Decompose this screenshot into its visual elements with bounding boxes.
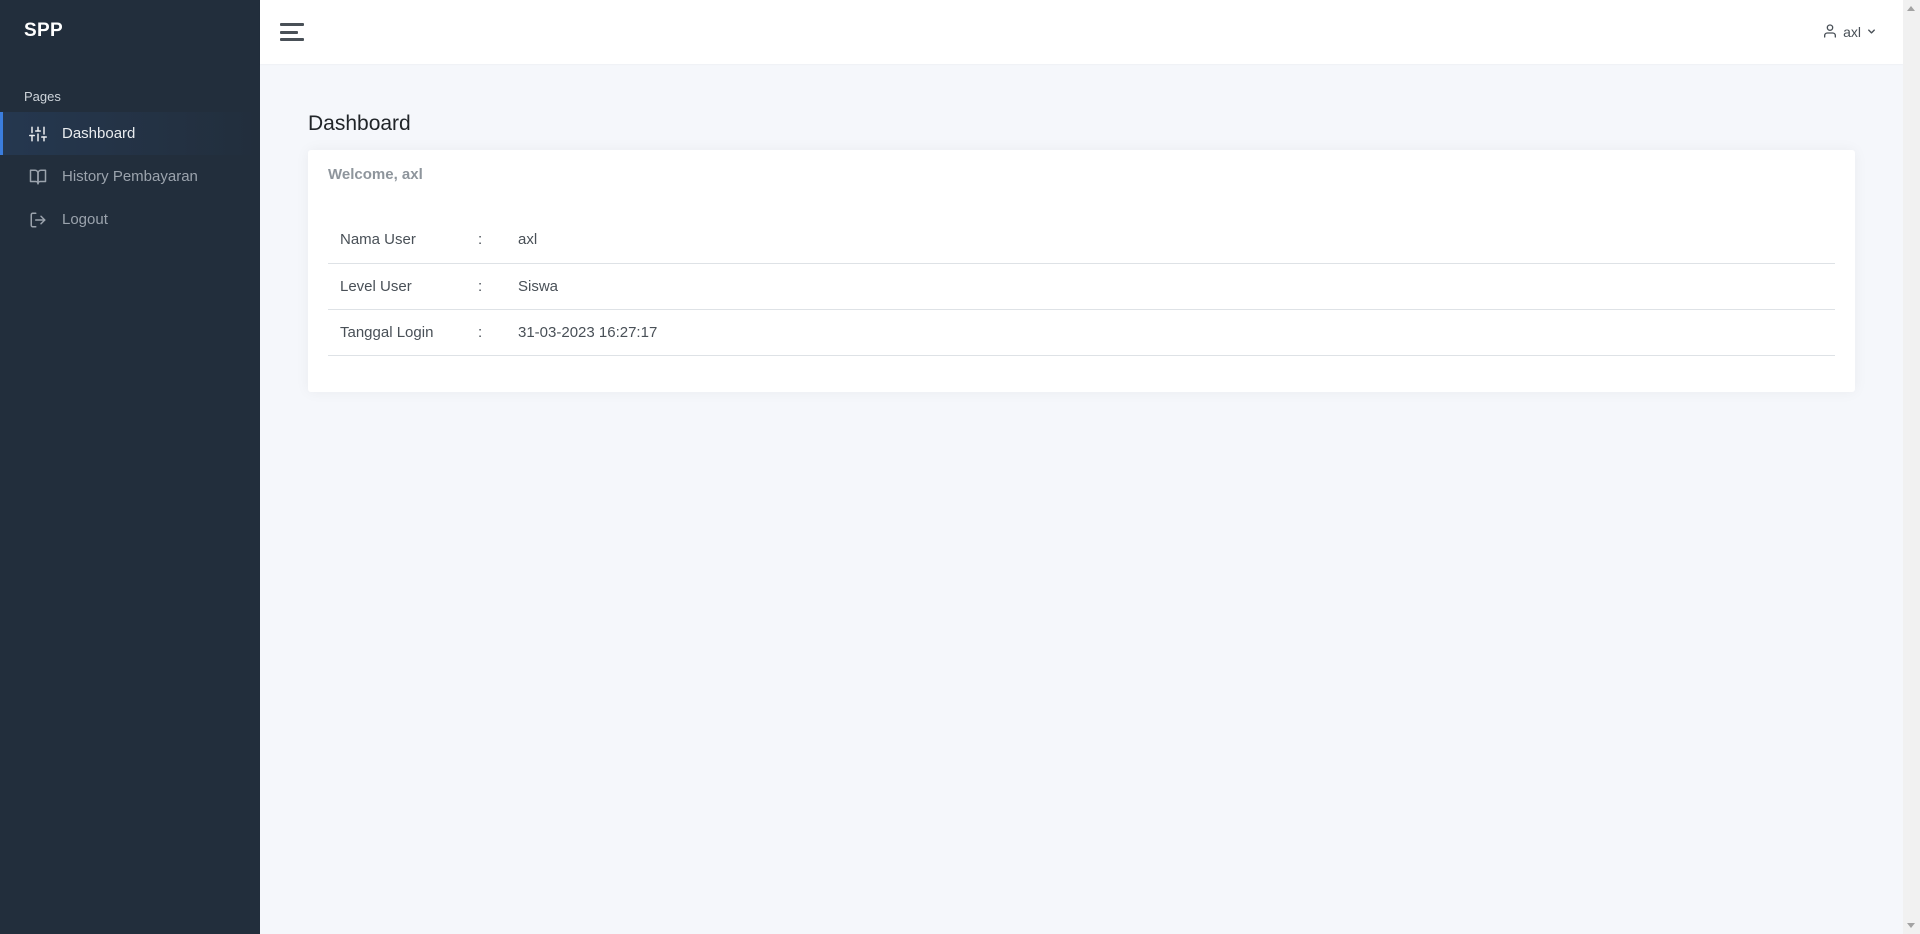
sliders-icon [28, 124, 48, 144]
topbar: axl [260, 0, 1903, 64]
sidebar-item-label: Logout [62, 211, 108, 228]
row-value: 31-03-2023 16:27:17 [506, 309, 1835, 356]
vertical-scrollbar[interactable] [1903, 0, 1920, 934]
sidebar-toggle-icon[interactable] [280, 21, 306, 43]
page-title: Dashboard [308, 112, 411, 135]
sidebar-section-header: Pages [24, 89, 61, 104]
sidebar-item-label: Dashboard [62, 125, 136, 142]
user-name: axl [1843, 24, 1861, 40]
content: Dashboard Welcome, axl Nama User : axl L… [260, 64, 1903, 392]
card-title: Welcome, axl [328, 166, 423, 183]
row-value: Siswa [506, 263, 1835, 310]
app: SPP Pages Dashboard History Pembayaran L… [0, 0, 1920, 934]
row-colon: : [478, 217, 506, 264]
row-value: axl [506, 217, 1835, 264]
brand-logo[interactable]: SPP [0, 0, 260, 62]
table-row: Nama User : axl [328, 217, 1835, 264]
table-row: Level User : Siswa [328, 263, 1835, 310]
chevron-down-icon [1866, 24, 1877, 40]
row-colon: : [478, 263, 506, 310]
main-area: axl Dashboard Welcome, axl Nama User : a… [260, 0, 1920, 934]
user-menu-dropdown[interactable]: axl [1822, 23, 1877, 42]
sidebar-item-label: History Pembayaran [62, 168, 198, 185]
scroll-up-icon[interactable] [1907, 6, 1915, 11]
scroll-down-icon[interactable] [1907, 923, 1915, 928]
user-info-table: Nama User : axl Level User : Siswa Tangg… [328, 217, 1835, 356]
row-label: Nama User [328, 217, 478, 264]
row-label: Tanggal Login [328, 309, 478, 356]
logout-icon [28, 210, 48, 230]
book-icon [28, 167, 48, 187]
row-label: Level User [328, 263, 478, 310]
user-icon [1822, 23, 1838, 42]
row-colon: : [478, 309, 506, 356]
sidebar: SPP Pages Dashboard History Pembayaran L… [0, 0, 260, 934]
sidebar-item-dashboard[interactable]: Dashboard [0, 112, 260, 155]
sidebar-item-logout[interactable]: Logout [0, 198, 260, 241]
table-row: Tanggal Login : 31-03-2023 16:27:17 [328, 309, 1835, 356]
welcome-card: Welcome, axl Nama User : axl Level User … [308, 150, 1855, 392]
sidebar-item-history-pembayaran[interactable]: History Pembayaran [0, 155, 260, 198]
